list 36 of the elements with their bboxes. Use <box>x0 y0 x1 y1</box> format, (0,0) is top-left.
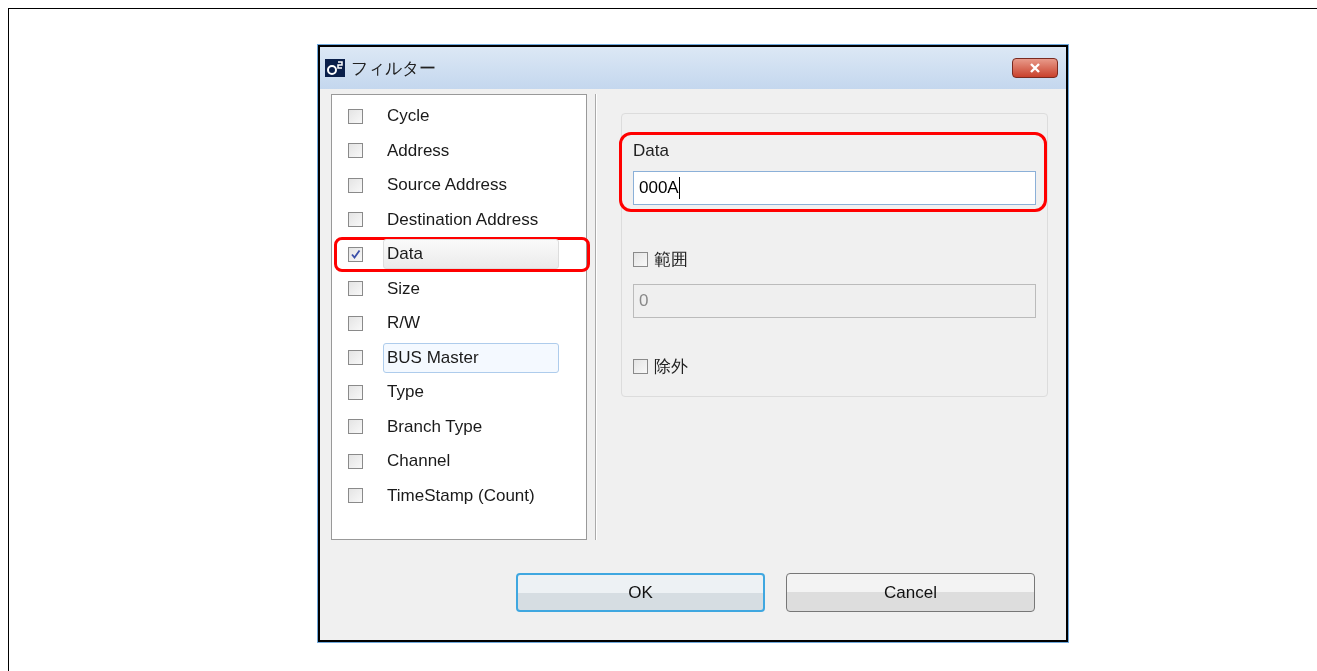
column-item[interactable]: TimeStamp (Count) <box>383 480 559 511</box>
window-title: フィルター <box>351 57 437 80</box>
cancel-button[interactable]: Cancel <box>786 573 1035 612</box>
checkbox[interactable] <box>348 246 363 262</box>
field-label: Data <box>633 141 670 161</box>
column-item[interactable]: Size <box>383 273 559 304</box>
column-item[interactable]: Cycle <box>383 101 559 132</box>
column-item[interactable]: Address <box>383 135 559 166</box>
column-item[interactable]: BUS Master <box>383 342 559 373</box>
column-item[interactable]: Data <box>383 239 559 270</box>
checkbox[interactable] <box>633 252 648 267</box>
checkbox[interactable] <box>348 384 363 400</box>
column-item[interactable]: Type <box>383 377 559 408</box>
checkbox[interactable] <box>348 315 363 331</box>
checkbox[interactable] <box>348 419 363 435</box>
close-icon <box>1028 63 1042 73</box>
column-item[interactable]: Source Address <box>383 170 559 201</box>
checkbox[interactable] <box>348 177 363 193</box>
checkbox-label: 範囲 <box>654 249 688 271</box>
checkbox[interactable] <box>348 281 363 297</box>
checkbox[interactable] <box>348 108 363 124</box>
close-button[interactable] <box>1012 58 1058 78</box>
checkbox[interactable] <box>633 359 648 374</box>
checkbox[interactable] <box>348 143 363 159</box>
column-item[interactable]: Branch Type <box>383 411 559 442</box>
checkbox[interactable] <box>348 350 363 366</box>
checkbox[interactable] <box>348 212 363 228</box>
checkbox[interactable] <box>348 488 363 504</box>
app-logo-icon <box>325 59 345 77</box>
column-item[interactable]: Channel <box>383 446 559 477</box>
checkbox[interactable] <box>348 453 363 469</box>
ok-button[interactable]: OK <box>516 573 765 612</box>
checkbox-label: 除外 <box>654 356 688 378</box>
column-item[interactable]: Destination Address <box>383 204 559 235</box>
column-item[interactable]: R/W <box>383 308 559 339</box>
data-field[interactable]: 000A <box>633 171 1036 205</box>
